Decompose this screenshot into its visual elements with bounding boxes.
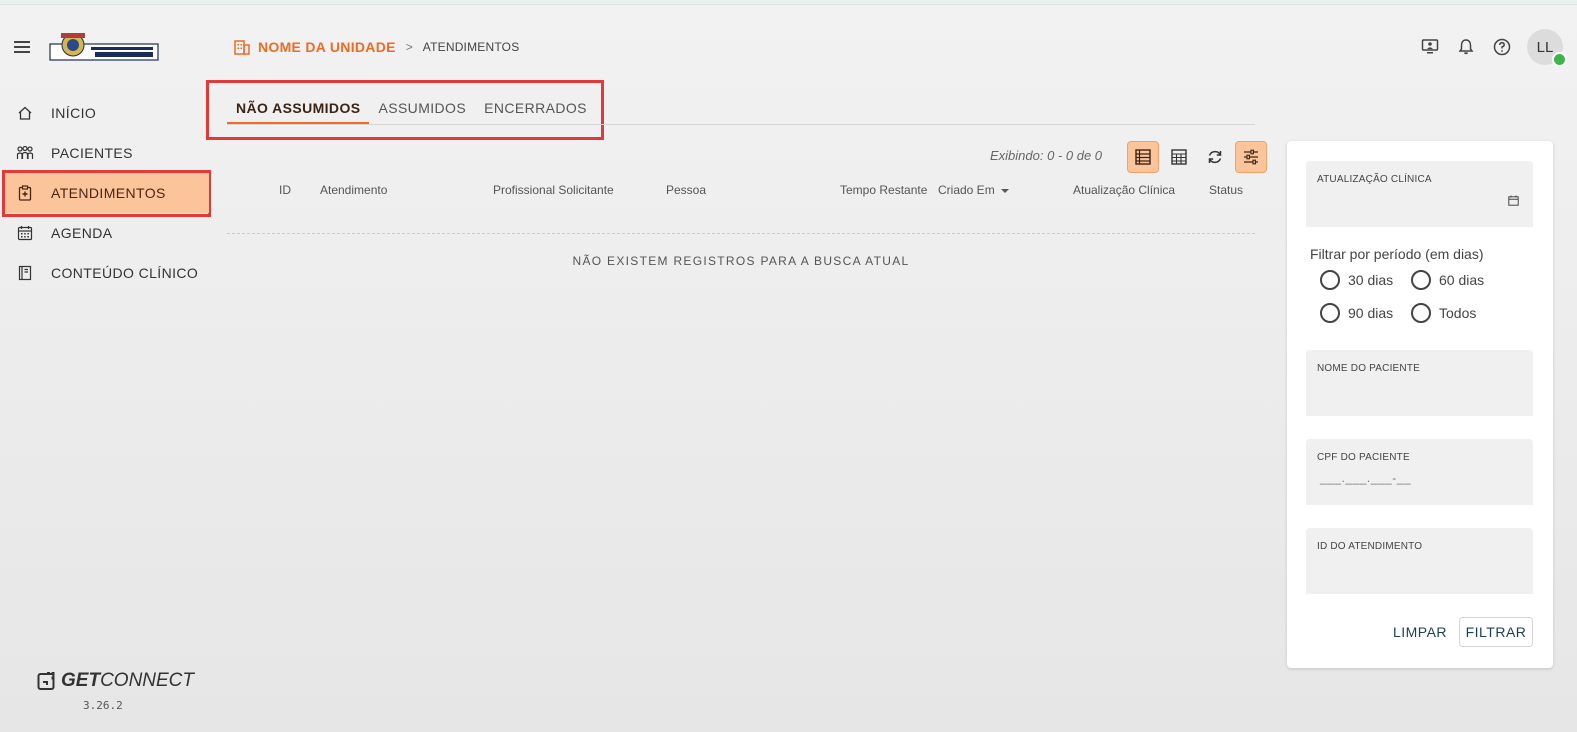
breadcrumb-unit[interactable]: NOME DA UNIDADE: [258, 39, 396, 55]
column-header-label: Criado Em: [938, 183, 995, 197]
field-label: NOME DO PACIENTE: [1317, 363, 1421, 374]
radio-30-dias[interactable]: 30 dias: [1320, 270, 1393, 290]
sidebar-item-atendimentos[interactable]: ATENDIMENTOS: [5, 173, 209, 213]
home-icon: [16, 104, 34, 122]
tab-nao-assumidos[interactable]: NÃO ASSUMIDOS: [227, 95, 370, 125]
sort-caret-icon: [1000, 188, 1009, 193]
field-label: ATUALIZAÇÃO CLÍNICA: [1317, 174, 1432, 185]
tab-encerrados[interactable]: ENCERRADOS: [475, 95, 596, 125]
field-label: ID DO ATENDIMENTO: [1317, 541, 1423, 552]
getconnect-logo-icon: [37, 672, 55, 690]
sidebar-item-conteudo-clinico[interactable]: CONTEÚDO CLÍNICO: [0, 253, 212, 293]
column-header-tempo-restante[interactable]: Tempo Restante: [840, 183, 927, 197]
empty-state-message: NÃO EXISTEM REGISTROS PARA A BUSCA ATUAL: [572, 254, 910, 268]
cpf-placeholder: ___.___.___-__: [1320, 471, 1412, 485]
radio-label: Todos: [1439, 305, 1477, 321]
sidebar-item-label: INÍCIO: [51, 105, 97, 121]
sidebar-item-label: ATENDIMENTOS: [51, 185, 166, 201]
sidebar-item-label: CONTEÚDO CLÍNICO: [51, 265, 199, 281]
calendar-icon: [16, 224, 34, 242]
bell-icon[interactable]: [1455, 36, 1477, 58]
column-header-profissional-solicitante[interactable]: Profissional Solicitante: [493, 183, 614, 197]
header-actions: [1419, 36, 1513, 58]
city-logo[interactable]: [49, 31, 160, 62]
filter-button[interactable]: FILTRAR: [1459, 617, 1533, 647]
results-count: Exibindo: 0 - 0 de 0: [990, 148, 1103, 163]
help-icon[interactable]: [1491, 36, 1513, 58]
patient-name-field[interactable]: NOME DO PACIENTE: [1306, 350, 1533, 416]
radio-circle-icon: [1411, 303, 1431, 323]
grid-view-icon: [1171, 149, 1187, 165]
book-icon: [16, 264, 34, 282]
brand-text-light: CONNECT: [100, 670, 195, 691]
tabs-divider: [227, 124, 1255, 125]
radio-label: 90 dias: [1348, 305, 1394, 321]
sidebar-item-label: AGENDA: [51, 225, 113, 241]
sidebar-item-label: PACIENTES: [51, 145, 133, 161]
radio-90-dias[interactable]: 90 dias: [1320, 303, 1393, 323]
app-version: 3.26.2: [83, 699, 123, 712]
top-strip: [0, 0, 1577, 5]
tab-bar: NÃO ASSUMIDOS ASSUMIDOS ENCERRADOS: [227, 95, 596, 125]
menu-icon[interactable]: [14, 38, 34, 58]
table-divider: [227, 233, 1255, 234]
radio-label: 30 dias: [1348, 272, 1394, 288]
column-header-pessoa[interactable]: Pessoa: [666, 183, 706, 197]
column-header-atualizacao-clinica[interactable]: Atualização Clínica: [1073, 183, 1175, 197]
column-header-criado-em[interactable]: Criado Em: [938, 183, 1009, 197]
radio-circle-icon: [1411, 270, 1431, 290]
column-header-status[interactable]: Status: [1209, 183, 1243, 197]
sidebar: INÍCIO PACIENTES ATENDIMENTOS AGENDA CON…: [0, 93, 212, 293]
radio-circle-icon: [1320, 303, 1340, 323]
filter-icon: [1244, 149, 1258, 165]
online-status-badge: [1552, 52, 1567, 67]
attendance-id-field[interactable]: ID DO ATENDIMENTO: [1306, 528, 1533, 594]
sidebar-item-agenda[interactable]: AGENDA: [0, 213, 212, 253]
patients-icon: [16, 144, 34, 162]
tab-assumidos[interactable]: ASSUMIDOS: [369, 95, 475, 125]
refresh-button[interactable]: [1199, 141, 1231, 173]
refresh-icon: [1208, 150, 1222, 164]
breadcrumb-separator: >: [405, 40, 413, 54]
getconnect-brand: GETCONNECT: [37, 670, 194, 692]
avatar-initials: LL: [1536, 38, 1554, 56]
filter-panel: ATUALIZAÇÃO CLÍNICA Filtrar por período …: [1287, 141, 1553, 668]
sidebar-item-inicio[interactable]: INÍCIO: [0, 93, 212, 133]
breadcrumb-current: ATENDIMENTOS: [422, 40, 520, 54]
column-header-atendimento[interactable]: Atendimento: [320, 183, 387, 197]
radio-circle-icon: [1320, 270, 1340, 290]
column-header-id[interactable]: ID: [279, 183, 291, 197]
calendar-icon[interactable]: [1508, 195, 1519, 206]
radio-label: 60 dias: [1439, 272, 1485, 288]
computer-user-icon[interactable]: [1419, 36, 1441, 58]
field-label: CPF DO PACIENTE: [1317, 452, 1410, 463]
patient-cpf-field[interactable]: CPF DO PACIENTE ___.___.___-__: [1306, 439, 1533, 505]
radio-todos[interactable]: Todos: [1411, 303, 1476, 323]
period-filter-title: Filtrar por período (em dias): [1310, 246, 1484, 262]
user-avatar[interactable]: LL: [1527, 29, 1567, 67]
sidebar-item-pacientes[interactable]: PACIENTES: [0, 133, 212, 173]
filter-toggle-button[interactable]: [1235, 141, 1267, 173]
clinical-update-field[interactable]: ATUALIZAÇÃO CLÍNICA: [1306, 161, 1533, 227]
radio-60-dias[interactable]: 60 dias: [1411, 270, 1484, 290]
clear-button[interactable]: LIMPAR: [1387, 617, 1453, 647]
clipboard-icon: [16, 184, 34, 202]
building-icon: [234, 40, 250, 55]
list-view-icon: [1135, 149, 1151, 165]
breadcrumb: NOME DA UNIDADE > ATENDIMENTOS: [233, 37, 519, 57]
brand-text-bold: GET: [61, 670, 101, 691]
grid-view-button[interactable]: [1163, 141, 1195, 173]
list-view-button[interactable]: [1127, 141, 1159, 173]
